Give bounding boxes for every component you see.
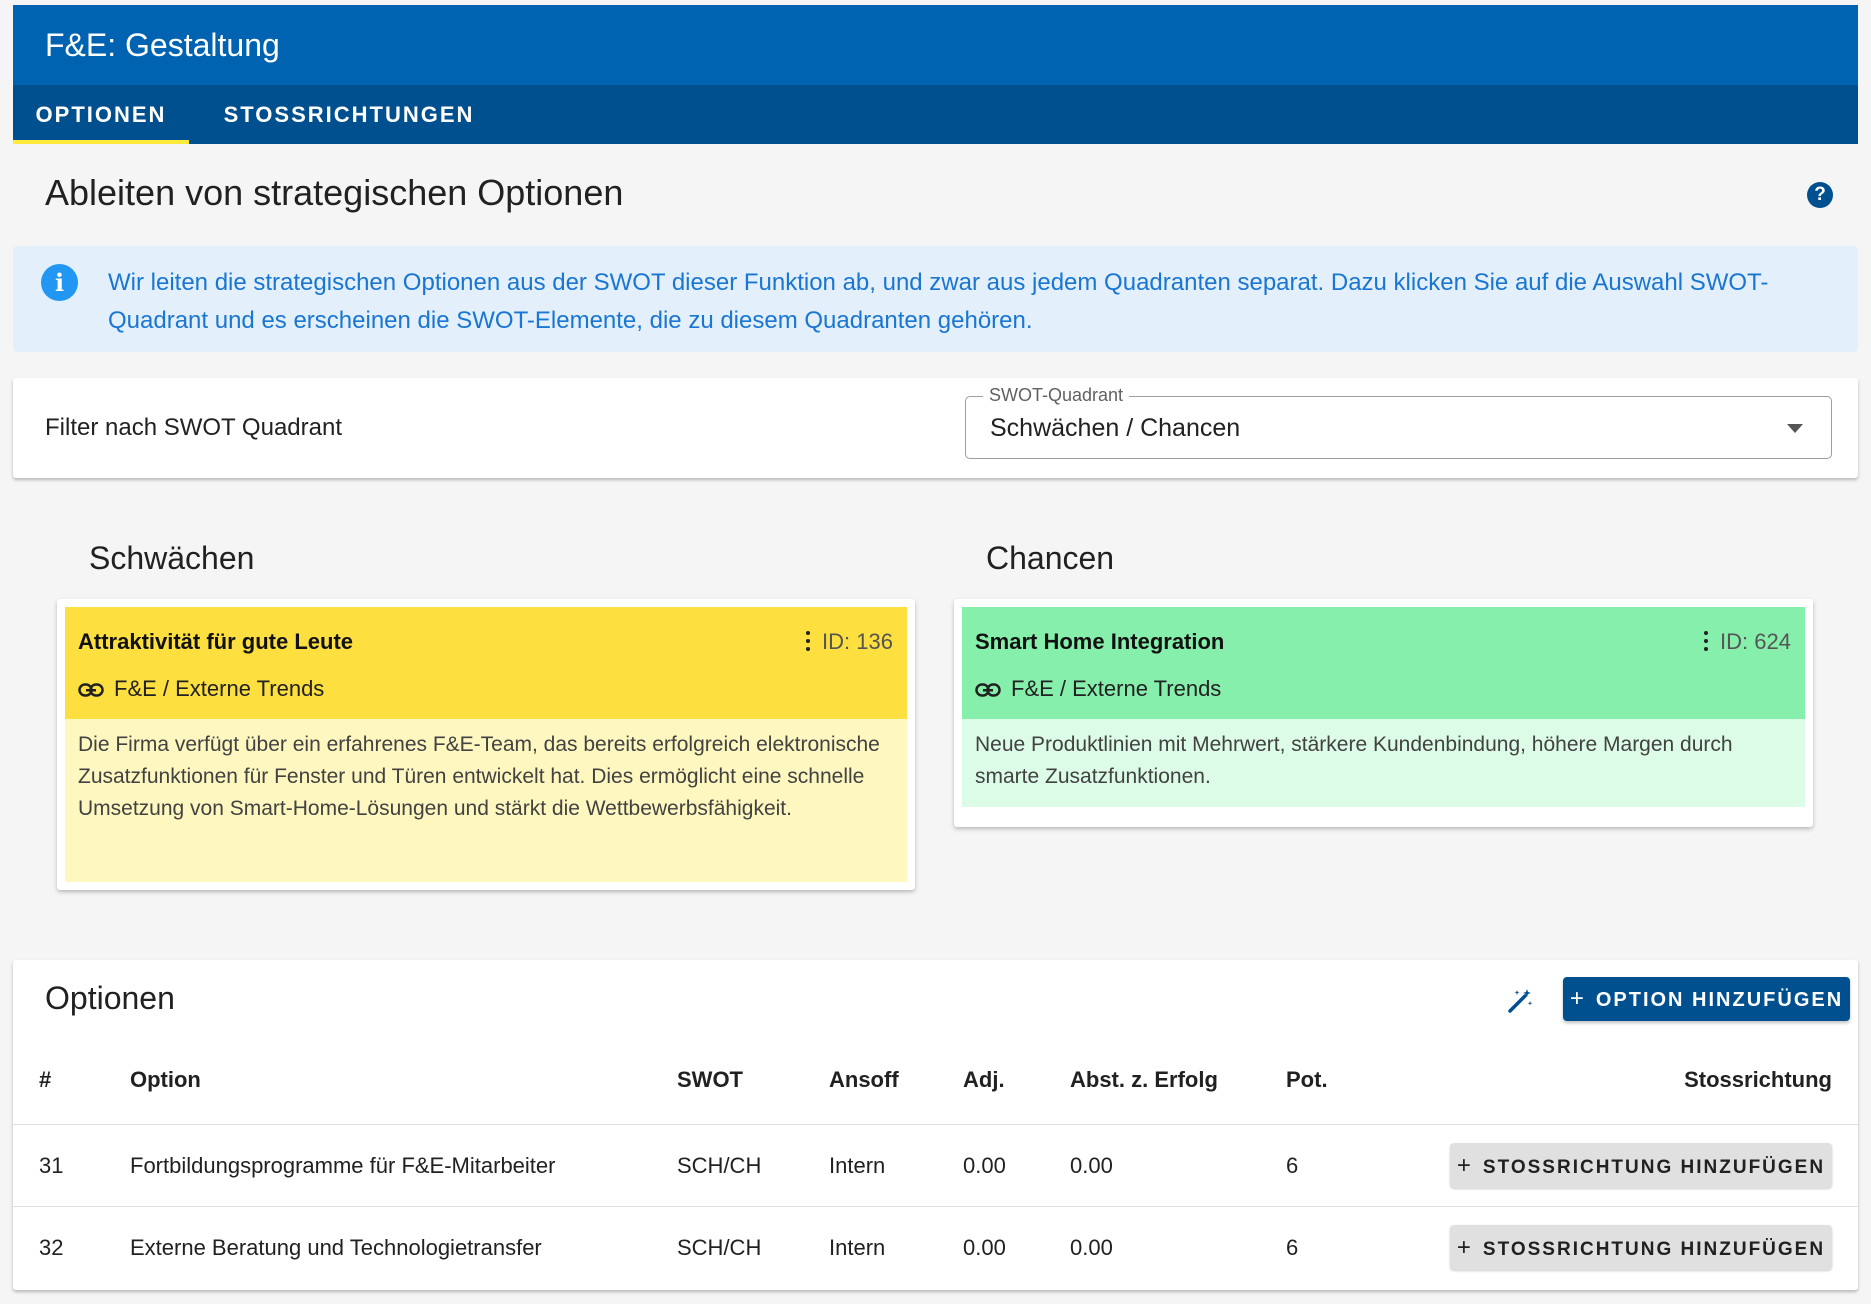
- info-alert: i Wir leiten die strategischen Optionen …: [13, 246, 1858, 352]
- cell-abst-erfolg: 0.00: [1070, 1235, 1113, 1260]
- swot-card-id: ID: 624: [1720, 629, 1791, 654]
- table-row: 31 Fortbildungsprogramme für F&E-Mitarbe…: [13, 1124, 1858, 1206]
- swot-card-body: Die Firma verfügt über ein erfahrenes F&…: [65, 719, 907, 882]
- swot-card-right-header: Smart Home Integration ID: 624 F&E / Ext…: [962, 607, 1805, 719]
- add-stossrichtung-button[interactable]: + STOSSRICHTUNG HINZUFÜGEN: [1450, 1143, 1832, 1188]
- cell-option: Externe Beratung und Technologietransfer: [130, 1235, 542, 1260]
- app-bar: F&E: Gestaltung OPTIONEN STOSSRICHTUNGEN: [13, 5, 1858, 144]
- cell-abst-erfolg: 0.00: [1070, 1153, 1113, 1178]
- page: F&E: Gestaltung OPTIONEN STOSSRICHTUNGEN…: [0, 0, 1871, 1304]
- page-title: Ableiten von strategischen Optionen: [45, 172, 624, 213]
- column-header-ansoff: Ansoff: [829, 1067, 899, 1092]
- filter-label: Filter nach SWOT Quadrant: [45, 414, 342, 441]
- swot-card-title: Attraktivität für gute Leute: [78, 629, 354, 654]
- cell-number: 32: [39, 1235, 64, 1260]
- filter-card: Filter nach SWOT Quadrant SWOT-Quadrant …: [13, 378, 1858, 478]
- swot-card-body: Neue Produktlinien mit Mehrwert, stärker…: [962, 719, 1805, 807]
- cell-swot: SCH/CH: [677, 1235, 762, 1260]
- plus-icon: +: [1569, 985, 1586, 1012]
- swot-card-left: Attraktivität für gute Leute ID: 136 F&E…: [57, 599, 915, 890]
- column-header-adj: Adj.: [963, 1067, 1005, 1092]
- swot-card-link-text: F&E / Externe Trends: [114, 676, 325, 701]
- cell-ansoff: Intern: [829, 1235, 886, 1260]
- add-stossrichtung-button-label: STOSSRICHTUNG HINZUFÜGEN: [1482, 1239, 1826, 1260]
- tab-optionen[interactable]: OPTIONEN: [13, 85, 189, 144]
- magic-wand-icon[interactable]: [1505, 986, 1535, 1016]
- info-icon: i: [41, 264, 78, 301]
- add-option-button[interactable]: + OPTION HINZUFÜGEN: [1563, 977, 1850, 1021]
- swot-card-title: Smart Home Integration: [975, 629, 1225, 654]
- help-circle-icon[interactable]: ?: [1807, 182, 1833, 208]
- column-header-stossrichtung: Stossrichtung: [1684, 1067, 1832, 1092]
- swot-quadrant-select-value: Schwächen / Chancen: [990, 414, 1241, 442]
- tab-bar: OPTIONEN STOSSRICHTUNGEN: [13, 85, 1858, 144]
- column-header-number: #: [39, 1067, 52, 1092]
- swot-heading-right: Chancen: [986, 540, 1115, 576]
- swot-card-id: ID: 136: [822, 629, 893, 654]
- swot-card-link-text: F&E / Externe Trends: [1011, 676, 1222, 701]
- swot-heading-left: Schwächen: [89, 540, 255, 576]
- column-header-pot: Pot.: [1286, 1067, 1328, 1092]
- link-icon: [78, 683, 104, 697]
- add-stossrichtung-button[interactable]: + STOSSRICHTUNG HINZUFÜGEN: [1450, 1225, 1832, 1270]
- add-option-button-label: OPTION HINZUFÜGEN: [1595, 989, 1844, 1011]
- more-vertical-icon[interactable]: [1703, 631, 1709, 653]
- link-icon: [975, 683, 1001, 697]
- app-title: F&E: Gestaltung: [45, 27, 280, 63]
- cell-number: 31: [39, 1153, 64, 1178]
- cell-option: Fortbildungsprogramme für F&E-Mitarbeite…: [130, 1153, 556, 1178]
- column-header-option: Option: [130, 1067, 201, 1092]
- cell-pot: 6: [1286, 1235, 1299, 1260]
- column-header-abst-erfolg: Abst. z. Erfolg: [1070, 1067, 1218, 1092]
- swot-quadrant-select[interactable]: SWOT-Quadrant Schwächen / Chancen: [965, 385, 1832, 459]
- info-alert-text: Wir leiten die strategischen Optionen au…: [108, 269, 1769, 334]
- options-card: Optionen + OPTION HINZUFÜGEN # Option SWO…: [13, 960, 1858, 1290]
- swot-card-link: F&E / Externe Trends: [78, 676, 324, 702]
- more-vertical-icon[interactable]: [805, 631, 811, 653]
- cell-ansoff: Intern: [829, 1153, 886, 1178]
- cell-swot: SCH/CH: [677, 1153, 762, 1178]
- plus-icon: +: [1456, 1152, 1473, 1179]
- swot-card-right: Smart Home Integration ID: 624 F&E / Ext…: [954, 599, 1813, 827]
- chevron-down-icon[interactable]: [1787, 424, 1803, 433]
- add-stossrichtung-button-label: STOSSRICHTUNG HINZUFÜGEN: [1482, 1157, 1826, 1178]
- swot-card-left-header: Attraktivität für gute Leute ID: 136 F&E…: [65, 607, 907, 719]
- tab-stossrichtungen[interactable]: STOSSRICHTUNGEN: [209, 85, 489, 144]
- cell-pot: 6: [1286, 1153, 1299, 1178]
- table-row: 32 Externe Beratung und Technologietrans…: [13, 1206, 1858, 1288]
- plus-icon: +: [1456, 1234, 1473, 1261]
- swot-card-link: F&E / Externe Trends: [975, 676, 1221, 702]
- cell-adj: 0.00: [963, 1235, 1006, 1260]
- options-title: Optionen: [45, 980, 175, 1016]
- column-header-swot: SWOT: [677, 1067, 743, 1092]
- cell-adj: 0.00: [963, 1153, 1006, 1178]
